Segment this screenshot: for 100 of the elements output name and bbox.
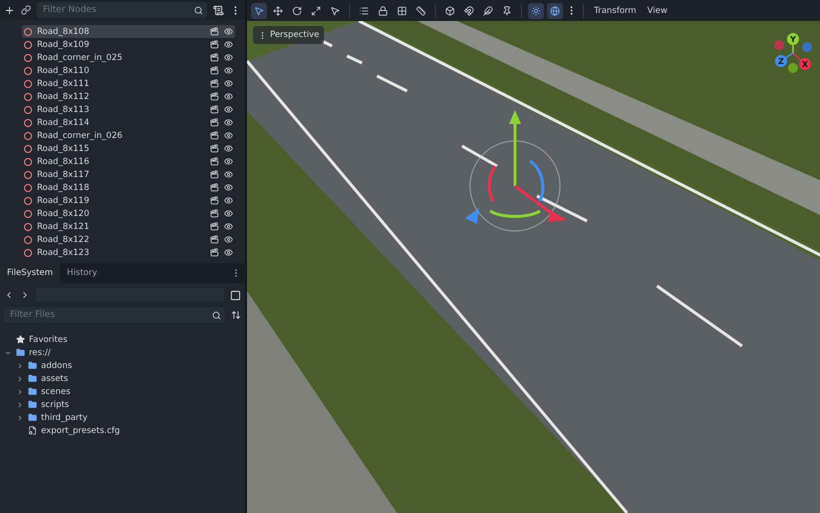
- visibility-icon[interactable]: [224, 183, 233, 192]
- node-icon: [24, 248, 32, 256]
- scene-tree-row[interactable]: Road_8x111: [22, 77, 235, 90]
- visibility-icon[interactable]: [224, 53, 233, 62]
- scene-tree-row[interactable]: Road_8x123: [22, 246, 235, 259]
- node-name: Road_8x113: [37, 104, 90, 114]
- clapperboard-icon[interactable]: [210, 66, 219, 75]
- visibility-icon[interactable]: [224, 131, 233, 140]
- clapperboard-icon[interactable]: [210, 27, 219, 36]
- node-icon: [24, 66, 32, 74]
- file-tree-item[interactable]: third_party: [41, 412, 88, 422]
- search-icon: [194, 6, 203, 14]
- sun-tool-button[interactable]: [528, 2, 544, 18]
- scene-tree-row[interactable]: Road_8x122: [22, 233, 235, 246]
- node-name: Road_corner_in_026: [37, 130, 124, 140]
- dock-tab[interactable]: FileSystem: [0, 263, 60, 283]
- visibility-icon[interactable]: [224, 157, 233, 166]
- visibility-icon[interactable]: [224, 118, 233, 127]
- axis-label: Y: [790, 35, 796, 44]
- visibility-icon[interactable]: [224, 222, 233, 231]
- search-icon: [212, 310, 221, 320]
- file-tree-item[interactable]: Favorites: [29, 334, 68, 344]
- clapperboard-icon[interactable]: [210, 40, 219, 49]
- clapperboard-icon[interactable]: [210, 105, 219, 114]
- file-tree-item[interactable]: addons: [41, 360, 72, 370]
- visibility-icon[interactable]: [224, 92, 233, 101]
- file-tree-item[interactable]: export_presets.cfg: [41, 426, 120, 436]
- visibility-icon[interactable]: [224, 170, 233, 179]
- visibility-icon[interactable]: [224, 27, 233, 36]
- file-tree-item[interactable]: scripts: [41, 400, 70, 410]
- visibility-icon[interactable]: [224, 66, 233, 75]
- scene-tree-row[interactable]: Road_8x114: [22, 116, 235, 129]
- perspective-menu-button[interactable]: Perspective: [253, 26, 324, 44]
- scene-tree-row[interactable]: Road_8x121: [22, 220, 235, 233]
- visibility-icon[interactable]: [224, 235, 233, 244]
- visibility-icon[interactable]: [224, 144, 233, 153]
- clapperboard-icon[interactable]: [210, 209, 219, 218]
- folder-icon: [16, 348, 25, 357]
- scene-tree-row[interactable]: Road_8x110: [22, 64, 235, 77]
- clapperboard-icon[interactable]: [210, 144, 219, 153]
- list-icon: [359, 6, 369, 16]
- node-icon: [24, 28, 32, 36]
- scene-tree-row[interactable]: Road_8x119: [22, 194, 235, 207]
- link-icon[interactable]: [21, 5, 31, 15]
- cube-icon: [445, 6, 455, 16]
- node-icon: [24, 144, 32, 152]
- clapperboard-icon[interactable]: [210, 235, 219, 244]
- axis-label: Z: [778, 57, 784, 66]
- node-icon: [24, 132, 32, 140]
- globe-tool-button[interactable]: [547, 2, 563, 18]
- file-tree-item[interactable]: res://: [29, 348, 51, 358]
- scene-tree-row[interactable]: Road_8x118: [22, 181, 235, 194]
- scene-tree-row[interactable]: Road_8x117: [22, 168, 235, 181]
- clapperboard-icon[interactable]: [210, 92, 219, 101]
- rotate-icon: [292, 6, 302, 16]
- visibility-icon[interactable]: [224, 40, 233, 49]
- clapperboard-icon[interactable]: [210, 222, 219, 231]
- node-name: Road_8x121: [37, 222, 90, 232]
- dock-tab[interactable]: History: [60, 263, 104, 283]
- visibility-icon[interactable]: [224, 248, 233, 257]
- sort-icon[interactable]: [231, 310, 241, 320]
- node-icon: [24, 54, 32, 62]
- file-tree-item[interactable]: assets: [41, 374, 68, 384]
- menu-button[interactable]: Transform: [590, 6, 640, 16]
- scene-tree-row[interactable]: Road_corner_in_025: [22, 51, 235, 64]
- node-icon: [24, 118, 32, 126]
- node-name: Road_8x117: [37, 170, 90, 180]
- axis-gizmo-drawing[interactable]: Y Z X: [772, 31, 814, 73]
- clapperboard-icon[interactable]: [210, 118, 219, 127]
- clapperboard-icon[interactable]: [210, 157, 219, 166]
- add-icon[interactable]: [4, 4, 15, 16]
- visibility-icon[interactable]: [224, 79, 233, 88]
- clapperboard-icon[interactable]: [210, 196, 219, 205]
- visibility-icon[interactable]: [224, 196, 233, 205]
- menu-button[interactable]: View: [643, 6, 672, 16]
- select-tool-button[interactable]: [251, 2, 267, 18]
- scene-tree-row[interactable]: Road_8x108: [22, 25, 235, 38]
- clapperboard-icon[interactable]: [210, 79, 219, 88]
- clapperboard-icon[interactable]: [210, 53, 219, 62]
- scene-tree-row[interactable]: Road_8x113: [22, 103, 235, 116]
- scene-tree-row[interactable]: Road_corner_in_026: [22, 129, 235, 142]
- clapperboard-icon[interactable]: [210, 131, 219, 140]
- sun-icon: [531, 6, 541, 16]
- ruler-icon: [416, 6, 426, 16]
- node-icon: [24, 184, 32, 192]
- clapperboard-icon[interactable]: [210, 170, 219, 179]
- scene-tree-row[interactable]: Road_8x112: [22, 90, 235, 103]
- clapperboard-icon[interactable]: [210, 248, 219, 257]
- script-icon[interactable]: [213, 4, 224, 16]
- scene-tree-row[interactable]: Road_8x109: [22, 38, 235, 51]
- scene-tree-row[interactable]: Road_8x116: [22, 155, 235, 168]
- file-tree-item[interactable]: scenes: [41, 386, 70, 396]
- axis-label: X: [802, 60, 808, 69]
- visibility-icon[interactable]: [224, 209, 233, 218]
- node-name: Road_8x111: [37, 78, 90, 88]
- scene-tree-row[interactable]: Road_8x115: [22, 142, 235, 155]
- scene-tree-row[interactable]: Road_8x120: [22, 207, 235, 220]
- node-icon: [24, 40, 32, 48]
- visibility-icon[interactable]: [224, 105, 233, 114]
- clapperboard-icon[interactable]: [210, 183, 219, 192]
